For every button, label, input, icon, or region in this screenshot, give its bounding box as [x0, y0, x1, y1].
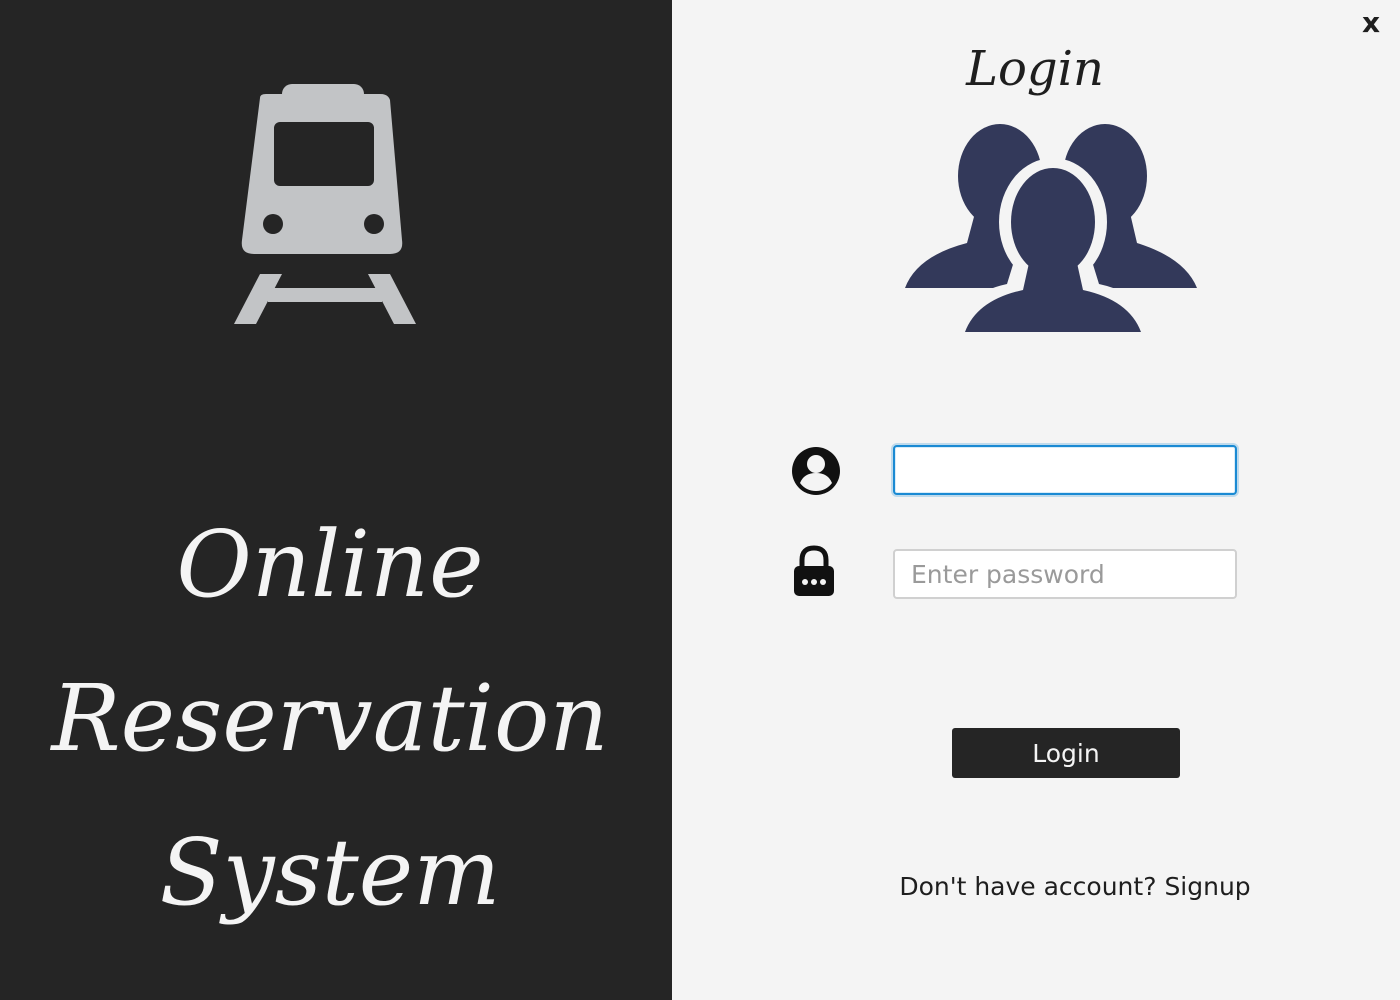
branding-panel: Online Reservation System	[0, 0, 672, 1000]
login-heading: Login	[966, 41, 1104, 97]
signup-prompt-text: Don't have account?	[899, 872, 1165, 901]
user-circle-icon	[792, 447, 840, 495]
login-button[interactable]: Login	[952, 728, 1180, 778]
signup-prompt: Don't have account? Signup	[880, 868, 1270, 906]
app-title-line-3: System	[159, 819, 501, 926]
signup-link[interactable]: Signup	[1164, 872, 1250, 901]
close-button[interactable]: x	[1356, 6, 1386, 40]
train-icon	[234, 84, 416, 324]
app-title-line-2: Reservation	[51, 665, 609, 772]
app-title: Online Reservation System	[0, 488, 660, 950]
password-input[interactable]	[893, 549, 1237, 599]
lock-icon	[794, 545, 834, 596]
username-input[interactable]	[893, 445, 1237, 495]
users-group-icon	[905, 124, 1197, 332]
app-title-line-1: Online	[176, 511, 484, 618]
